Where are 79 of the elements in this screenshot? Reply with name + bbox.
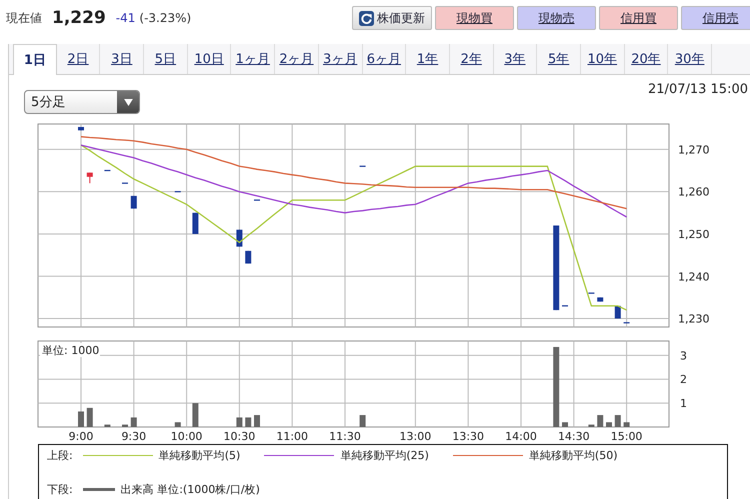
trade-button[interactable]: 信用売 — [681, 6, 750, 30]
trade-button[interactable]: 現物売 — [517, 6, 596, 30]
period-tab[interactable]: 5年 — [537, 44, 581, 74]
volume-bar — [245, 417, 252, 427]
legend-label: 単純移動平均(5) — [158, 448, 240, 463]
candlestick — [78, 126, 84, 131]
current-price: 1,229 — [52, 8, 106, 28]
axis-label: 11:30 — [329, 430, 361, 443]
unit-label: 単位: 1000 — [42, 344, 100, 357]
refresh-button[interactable]: 株価更新 — [352, 6, 432, 30]
period-tab[interactable]: 3日 — [100, 44, 144, 74]
volume-bar — [360, 415, 366, 427]
axis-label: 1,260 — [678, 186, 710, 199]
candlestick — [104, 170, 110, 172]
axis-label: 1 — [680, 397, 687, 410]
legend-label: 単純移動平均(50) — [528, 448, 618, 463]
axis-label: 10:00 — [170, 430, 202, 443]
axis-label: 3 — [680, 349, 687, 362]
period-tab[interactable]: 1日 — [13, 44, 57, 75]
axis-label: 1,270 — [678, 143, 710, 156]
refresh-icon — [359, 10, 374, 26]
period-tab[interactable]: 1ヶ月 — [231, 44, 276, 74]
interval-dropdown[interactable]: 5分足 — [24, 90, 140, 114]
axis-label: 1,230 — [678, 312, 710, 326]
chart-timestamp: 21/07/13 15:00 — [648, 82, 748, 97]
candlestick — [86, 172, 93, 184]
volume-bar — [122, 424, 128, 427]
period-tab[interactable]: 30年 — [668, 44, 712, 74]
axis-label: 13:30 — [452, 430, 484, 443]
period-tab[interactable]: 1年 — [406, 44, 450, 74]
price-change-percent: (-3.23%) — [139, 11, 192, 25]
trade-button[interactable]: 信用買 — [599, 6, 678, 30]
candlestick — [174, 191, 181, 192]
candlestick — [254, 200, 260, 201]
candlestick — [360, 166, 366, 167]
candlestick — [597, 296, 604, 302]
axis-label: 13:00 — [400, 430, 432, 443]
candlestick — [588, 292, 594, 294]
volume-bar — [588, 424, 594, 427]
period-tab[interactable]: 5日 — [144, 44, 188, 74]
period-tab[interactable]: 20年 — [624, 44, 668, 74]
period-tab[interactable]: 3ヶ月 — [318, 44, 362, 74]
axis-label: 2 — [680, 373, 687, 386]
legend-heading: 下段: — [47, 482, 73, 497]
axis-label: 14:00 — [505, 430, 537, 443]
period-tab[interactable]: 2日 — [56, 44, 100, 74]
legend-label: 単純移動平均(25) — [340, 448, 429, 463]
period-tab[interactable]: 10日 — [188, 44, 232, 74]
axis-label: 10:30 — [224, 430, 256, 443]
caret-icon — [124, 98, 132, 106]
period-tab[interactable]: 2ヶ月 — [275, 44, 319, 74]
period-tab[interactable]: 6ヶ月 — [362, 44, 406, 74]
volume-bar — [78, 411, 84, 427]
period-tab[interactable]: 10年 — [580, 44, 625, 74]
current-price-label: 現在値 — [6, 10, 42, 26]
candlestick — [624, 322, 630, 324]
price-change: -41 — [116, 11, 136, 25]
axis-label: 9:30 — [121, 430, 146, 443]
period-tab[interactable]: 2年 — [450, 44, 494, 74]
volume-bar — [174, 422, 181, 427]
candlestick — [562, 305, 568, 306]
axis-label: 1,250 — [678, 228, 710, 241]
legend-label: 出来高 単位:(1000株/口/枚) — [120, 482, 260, 497]
trade-button[interactable]: 現物買 — [435, 6, 514, 30]
candlestick — [245, 250, 252, 264]
volume-bar — [254, 415, 260, 427]
axis-label: 1,240 — [678, 270, 710, 284]
axis-label: 11:00 — [276, 430, 308, 443]
axis-label: 15:00 — [610, 430, 642, 443]
volume-bar — [104, 424, 110, 427]
axis-label: 9:00 — [68, 430, 94, 443]
volume-bar — [606, 422, 612, 427]
axis-label: 14:30 — [558, 430, 590, 443]
candlestick — [122, 182, 128, 184]
volume-bar — [597, 415, 604, 427]
volume-bar — [562, 422, 568, 427]
volume-bar — [624, 422, 630, 427]
legend-heading: 上段: — [47, 448, 73, 463]
period-tab[interactable]: 3年 — [494, 44, 538, 74]
